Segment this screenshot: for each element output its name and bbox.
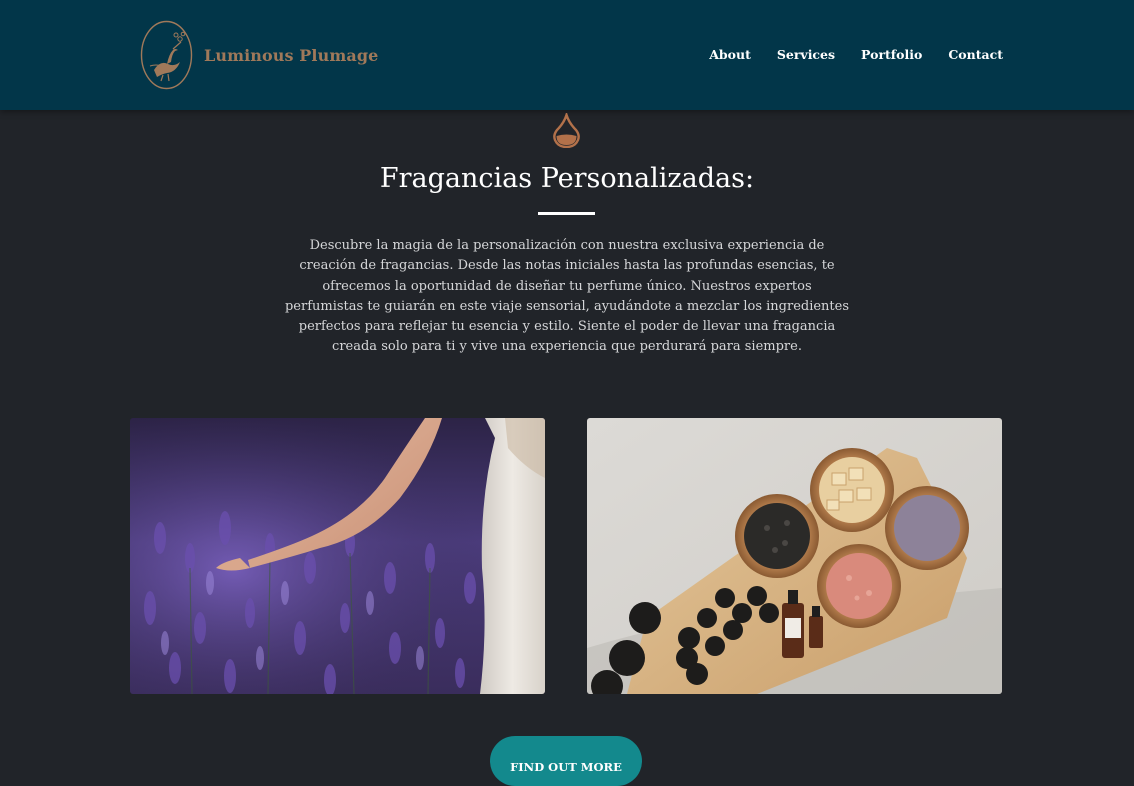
perfume-ingredients-photo bbox=[587, 418, 1002, 694]
main-nav: About Services Portfolio Contact bbox=[709, 46, 1003, 64]
nav-about[interactable]: About bbox=[709, 46, 751, 64]
site-header: Luminous Plumage About Services Portfoli… bbox=[0, 0, 1134, 110]
bird-logo-icon bbox=[140, 20, 193, 90]
section-description: Descubre la magia de la personalización … bbox=[284, 238, 850, 355]
nav-portfolio[interactable]: Portfolio bbox=[861, 46, 922, 64]
nav-contact[interactable]: Contact bbox=[948, 46, 1003, 64]
perfume-drop-icon bbox=[553, 113, 580, 148]
title-divider bbox=[538, 212, 595, 215]
lavender-field-photo bbox=[130, 418, 545, 694]
brand-logo-link[interactable]: Luminous Plumage bbox=[140, 20, 378, 90]
find-out-more-button[interactable]: FIND OUT MORE bbox=[490, 736, 642, 786]
section-title: Fragancias Personalizadas: bbox=[379, 163, 755, 194]
nav-services[interactable]: Services bbox=[777, 46, 835, 64]
brand-name: Luminous Plumage bbox=[204, 45, 379, 65]
